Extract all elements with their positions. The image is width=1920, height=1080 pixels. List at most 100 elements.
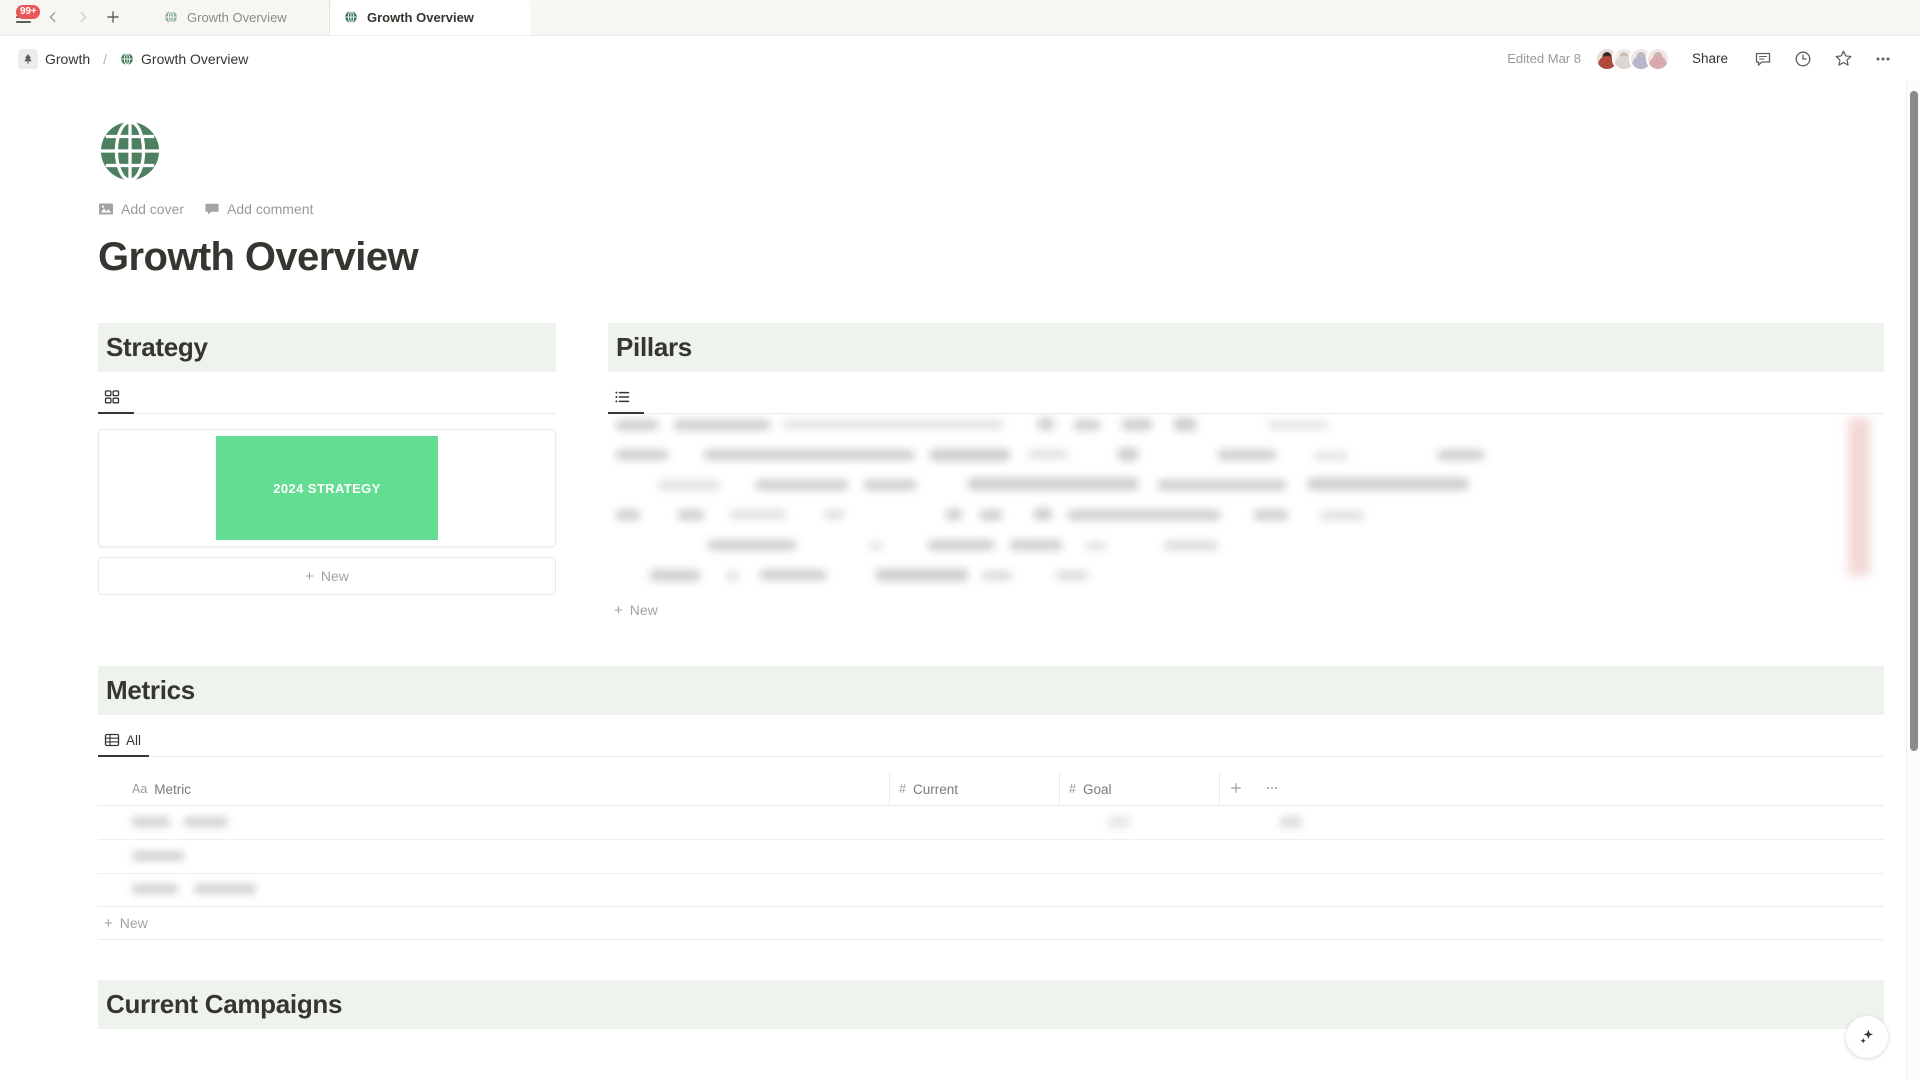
globe-icon	[165, 10, 177, 24]
breadcrumb-label: Growth	[45, 50, 91, 67]
star-icon[interactable]	[1830, 46, 1856, 72]
breadcrumb-label: Growth Overview	[141, 50, 249, 67]
metrics-new-row[interactable]: + New	[98, 906, 1884, 940]
add-comment-button[interactable]: Add comment	[204, 201, 313, 217]
sidebar-toggle-button[interactable]: 99+	[10, 4, 41, 30]
scrollbar-thumb[interactable]	[1910, 91, 1918, 751]
metrics-new-label: New	[119, 915, 148, 931]
metrics-column-goal[interactable]: # Goal	[1060, 772, 1220, 806]
metrics-column-current[interactable]: # Current	[890, 772, 1060, 806]
strategy-heading-block: Strategy	[98, 323, 556, 372]
header-actions: Edited Mar 8 Share	[1507, 46, 1896, 72]
pillars-tag-column	[1848, 418, 1870, 576]
clock-icon[interactable]	[1790, 46, 1816, 72]
add-column-button[interactable]	[1229, 781, 1243, 798]
column-type-icon: #	[1069, 782, 1076, 796]
tab-label: Growth Overview	[187, 9, 287, 25]
strategy-heading: Strategy	[106, 332, 208, 362]
metrics-more-button[interactable]	[1265, 781, 1279, 798]
tab-bar-controls: 99+	[0, 0, 126, 35]
add-comment-label: Add comment	[227, 201, 314, 217]
tab-label: Growth Overview	[367, 9, 474, 25]
page-header: Growth / Growth Overview Edited Mar 8 Sh…	[0, 36, 1920, 81]
metrics-new-button[interactable]: + New	[98, 907, 1884, 939]
campaigns-heading-block: Current Campaigns	[98, 980, 1884, 1029]
strategy-section: Strategy 2024 STRATEGY + New	[98, 323, 556, 626]
globe-emoji-icon	[100, 120, 160, 182]
strategy-card[interactable]: 2024 STRATEGY	[98, 429, 556, 547]
plus-icon	[1231, 782, 1241, 793]
ai-assistant-button[interactable]	[1846, 1016, 1888, 1058]
more-horizontal-icon[interactable]	[1870, 46, 1896, 72]
comment-icon	[205, 203, 219, 215]
metrics-view-tab-all[interactable]: All	[98, 732, 150, 757]
add-cover-label: Add cover	[121, 201, 185, 217]
sparkle-icon	[1860, 1029, 1873, 1044]
page-icon[interactable]	[98, 119, 162, 183]
pillars-heading: Pillars	[616, 332, 692, 362]
tab-growth-overview-1[interactable]: Growth Overview	[150, 0, 330, 35]
plus-icon: +	[104, 914, 113, 932]
pillars-new-label: New	[629, 602, 658, 618]
breadcrumb-item-growth-overview[interactable]: Growth Overview	[114, 48, 254, 70]
tab-list: Growth Overview Growth Overview	[150, 0, 530, 35]
more-horizontal-icon	[1267, 786, 1277, 789]
metrics-section: Metrics All Aa Metric # Current # Goal +…	[98, 666, 1884, 940]
breadcrumb: Growth / Growth Overview	[12, 46, 254, 72]
collaborator-avatars[interactable]	[1594, 46, 1670, 71]
column-type-icon: Aa	[132, 782, 148, 796]
breadcrumb-item-growth[interactable]: Growth	[12, 46, 96, 72]
table-view-icon	[104, 733, 120, 747]
column-label: Goal	[1082, 781, 1112, 797]
add-cover-button[interactable]: Add cover	[98, 201, 184, 217]
browser-tab-bar: 99+ Growth Overview Growth Overview	[0, 0, 1920, 36]
pillars-section: Pillars + New	[608, 323, 1884, 626]
strategy-gallery-view-tab[interactable]	[98, 389, 134, 414]
back-button[interactable]	[40, 4, 66, 30]
campaigns-section: Current Campaigns	[98, 980, 1884, 1029]
share-button[interactable]: Share	[1684, 47, 1736, 70]
pine-tree-icon	[18, 48, 38, 69]
strategy-new-label: New	[320, 568, 349, 584]
page-scrollbar[interactable]	[1906, 81, 1920, 1080]
notification-badge[interactable]: 99+	[16, 5, 41, 19]
pillars-list-view-tab[interactable]	[608, 389, 644, 414]
breadcrumb-separator: /	[103, 50, 108, 67]
page-meta-actions: Add cover Add comment	[98, 201, 1884, 217]
globe-icon	[345, 10, 357, 24]
image-icon	[99, 203, 113, 215]
avatar[interactable]	[1645, 46, 1670, 71]
page-body: Add cover Add comment Growth Overview St…	[0, 81, 1920, 1080]
pillars-view-tabs	[608, 380, 1884, 414]
metrics-table: Aa Metric # Current # Goal + New	[98, 772, 1884, 940]
metrics-view-tabs: All	[98, 723, 1884, 757]
two-column-layout: Strategy 2024 STRATEGY + New Pillars + N…	[98, 323, 1884, 626]
list-view-icon	[615, 391, 630, 403]
tab-growth-overview-2[interactable]: Growth Overview	[330, 0, 530, 35]
pillars-list-content[interactable]	[608, 414, 1884, 594]
metrics-heading: Metrics	[106, 675, 195, 705]
campaigns-heading: Current Campaigns	[106, 989, 343, 1019]
metrics-column-metric[interactable]: Aa Metric	[98, 772, 890, 806]
metrics-table-rows[interactable]	[98, 806, 1884, 906]
metrics-table-header: Aa Metric # Current # Goal	[98, 772, 1884, 806]
plus-icon: +	[305, 567, 314, 585]
comment-icon[interactable]	[1750, 46, 1776, 72]
plus-icon: +	[614, 601, 623, 619]
strategy-view-tabs	[98, 380, 556, 414]
metrics-heading-block: Metrics	[98, 666, 1884, 715]
gallery-view-icon	[104, 390, 120, 404]
page-title[interactable]: Growth Overview	[98, 235, 1884, 279]
metrics-view-tab-label: All	[126, 732, 142, 748]
pillars-new-button[interactable]: + New	[608, 594, 1884, 626]
forward-button[interactable]	[70, 4, 96, 30]
column-label: Metric	[154, 781, 192, 797]
edited-timestamp: Edited Mar 8	[1507, 51, 1581, 66]
strategy-new-button[interactable]: + New	[98, 557, 556, 595]
globe-icon	[121, 52, 133, 65]
chevron-left-icon	[49, 12, 56, 22]
strategy-card-thumbnail: 2024 STRATEGY	[216, 436, 438, 540]
page-content: Add cover Add comment Growth Overview St…	[0, 119, 1920, 1029]
column-label: Current	[912, 781, 958, 797]
new-tab-button[interactable]	[100, 4, 126, 30]
